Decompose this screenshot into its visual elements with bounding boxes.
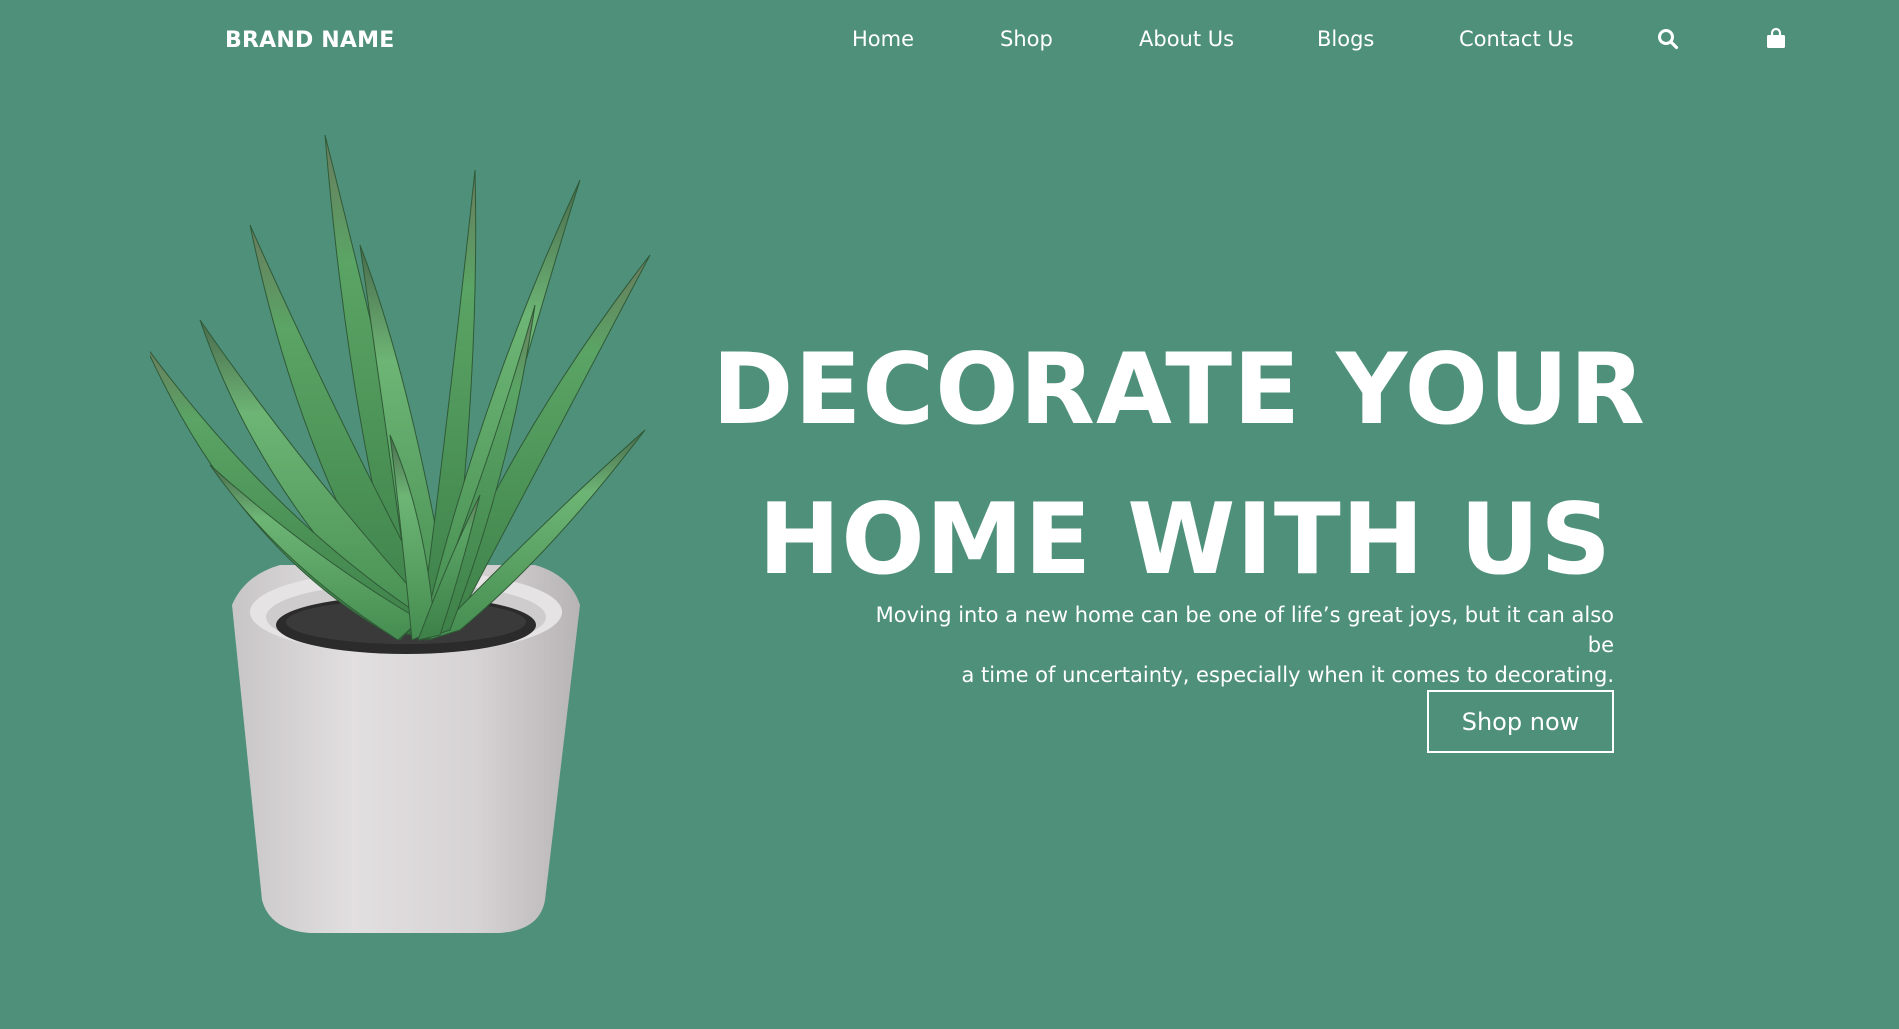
hero-description-line-2: a time of uncertainty, especially when i… (961, 663, 1615, 687)
shopping-bag-icon[interactable] (1764, 27, 1790, 53)
shop-now-button[interactable]: Shop now (1427, 690, 1614, 753)
hero-title: DECORATE YOUR HOME WITH US (712, 315, 1646, 615)
nav-link-shop[interactable]: Shop (1000, 27, 1053, 51)
brand-logo[interactable]: BRAND NAME (225, 28, 394, 53)
search-icon[interactable] (1656, 27, 1682, 53)
nav-link-home[interactable]: Home (852, 27, 914, 51)
potted-plant-image (144, 134, 670, 935)
nav-link-about-us[interactable]: About Us (1139, 27, 1234, 51)
nav-link-contact-us[interactable]: Contact Us (1459, 27, 1574, 51)
hero-title-line-1: DECORATE YOUR (712, 333, 1646, 447)
hero-description: Moving into a new home can be one of lif… (854, 600, 1614, 690)
navbar: BRAND NAME Home Shop About Us Blogs Cont… (0, 0, 1899, 80)
nav-link-blogs[interactable]: Blogs (1317, 27, 1374, 51)
hero-description-line-1: Moving into a new home can be one of lif… (875, 603, 1614, 657)
hero-title-line-2: HOME WITH US (758, 483, 1612, 597)
